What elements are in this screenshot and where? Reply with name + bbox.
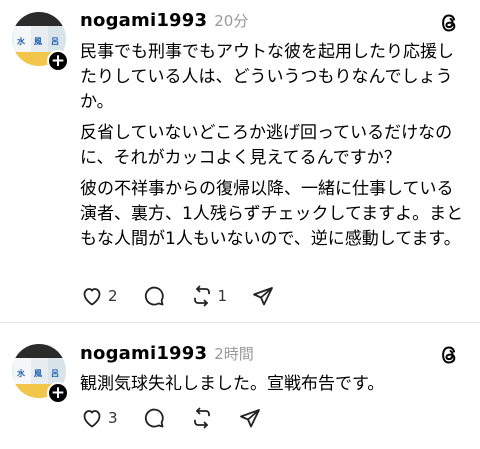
post-header: nogami1993 2時間 — [80, 343, 254, 364]
avatar-text-1: 水 — [17, 37, 25, 46]
threads-logo-icon — [442, 346, 456, 364]
post-paragraph: 反省していないどころか逃げ回っているだけなのに、それがカッコよく見えてるんですか… — [80, 123, 453, 168]
comment-icon — [144, 286, 164, 306]
like-button[interactable]: 3 — [80, 406, 118, 430]
post-header: nogami1993 20分 — [80, 10, 248, 31]
post-divider — [0, 322, 480, 323]
send-icon — [253, 287, 273, 306]
repost-button[interactable]: 1 — [190, 284, 228, 308]
reply-button[interactable] — [142, 406, 166, 430]
repost-button[interactable] — [190, 406, 214, 430]
share-button[interactable] — [238, 406, 262, 430]
avatar-text-2: 風 — [34, 37, 42, 46]
heart-icon — [83, 410, 101, 428]
action-bar: 2 1 — [80, 284, 299, 308]
thread-post: 水 風 呂 + nogami1993 20分 民事でも刑事でもアウトな彼を起用し… — [0, 0, 480, 322]
action-bar: 3 — [80, 406, 286, 430]
share-button[interactable] — [251, 284, 275, 308]
heart-icon — [83, 288, 101, 306]
post-body: 観測気球失礼しました。宣戦布告です。 — [80, 372, 468, 403]
username[interactable]: nogami1993 — [80, 343, 207, 364]
post-paragraph: 観測気球失礼しました。宣戦布告です。 — [80, 374, 385, 394]
follow-plus-icon[interactable]: + — [47, 382, 69, 404]
repost-icon — [193, 407, 210, 429]
reply-button[interactable] — [142, 284, 166, 308]
timestamp: 20分 — [214, 12, 249, 30]
like-count: 2 — [108, 287, 118, 305]
comment-icon — [144, 408, 164, 428]
avatar-text-3: 呂 — [51, 369, 59, 378]
avatar-text-3: 呂 — [51, 37, 59, 46]
send-icon — [239, 409, 260, 428]
threads-logo-icon — [442, 14, 456, 32]
like-button[interactable]: 2 — [80, 284, 118, 308]
repost-icon — [193, 285, 210, 307]
like-count: 3 — [108, 409, 118, 427]
post-paragraph: 彼の不祥事からの復帰以降、一緒に仕事している演者、裏方、1人残らずチェックしてま… — [80, 179, 464, 249]
username[interactable]: nogami1993 — [80, 10, 207, 31]
repost-count: 1 — [217, 287, 228, 305]
follow-plus-icon[interactable]: + — [47, 50, 69, 72]
avatar-text-2: 風 — [34, 369, 42, 378]
avatar-text-1: 水 — [17, 369, 25, 378]
post-paragraph: 民事でも刑事でもアウトな彼を起用したり応援したりしている人は、どういうつもりなん… — [80, 42, 454, 112]
timestamp: 2時間 — [214, 345, 254, 363]
thread-post: 水 風 呂 + nogami1993 2時間 観測気球失礼しました。宣戦布告です… — [0, 326, 480, 449]
post-body: 民事でも刑事でもアウトな彼を起用したり応援したりしている人は、どういうつもりなん… — [80, 40, 468, 258]
